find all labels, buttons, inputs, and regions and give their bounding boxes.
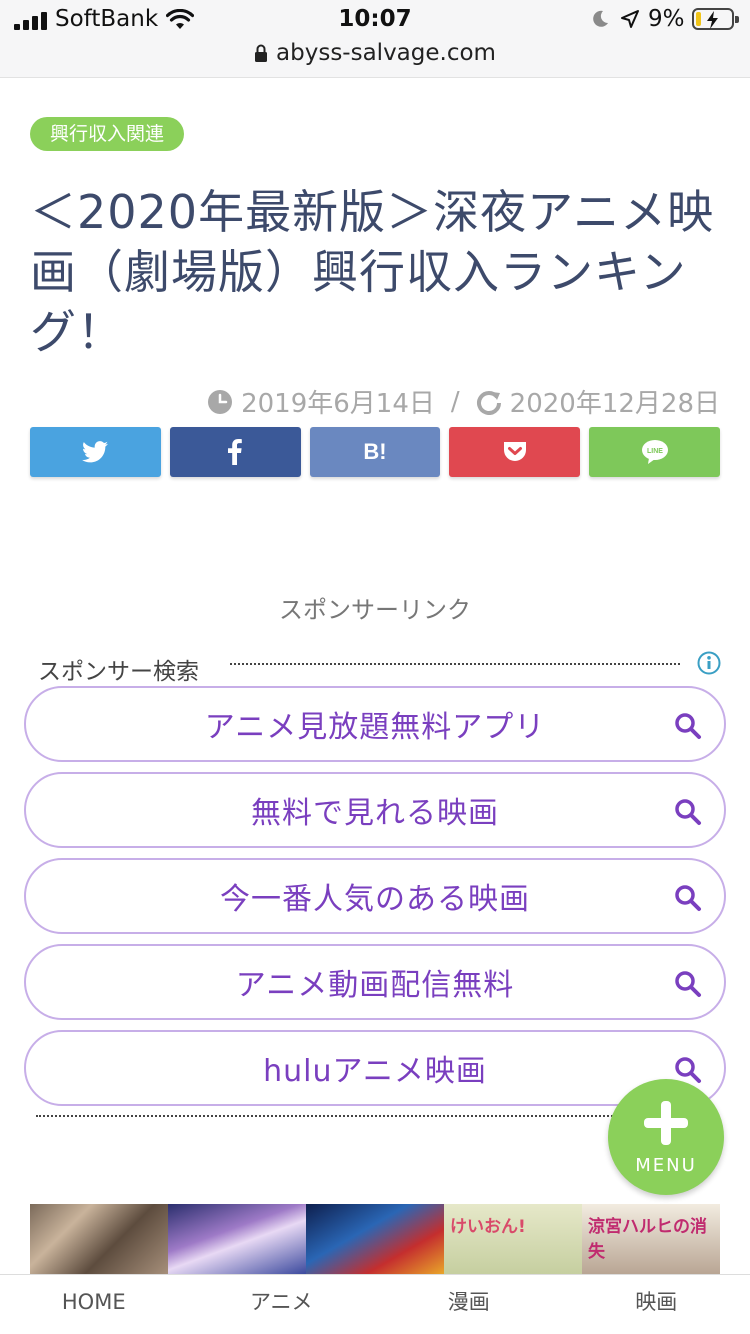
search-icon	[675, 713, 701, 739]
banner-slide-title: けいおん!	[450, 1217, 526, 1237]
share-twitter-button[interactable]	[30, 427, 161, 477]
divider	[230, 663, 680, 665]
category-badge[interactable]: 興行収入関連	[30, 117, 185, 151]
search-suggestion[interactable]: アニメ動画配信無料	[24, 944, 726, 1020]
location-arrow-icon	[621, 10, 639, 28]
nav-manga[interactable]: 漫画	[375, 1275, 563, 1334]
status-bar: SoftBank 10:07 9% abyss-salvage.com	[0, 0, 750, 78]
search-suggestion[interactable]: アニメ見放題無料アプリ	[24, 686, 726, 762]
line-icon: LINE	[641, 440, 668, 464]
banner-slide[interactable]: けいおん!	[444, 1204, 582, 1274]
plus-icon	[644, 1101, 688, 1145]
sponsor-search-list: アニメ見放題無料アプリ 無料で見れる映画 今一番人気のある映画 アニメ動画配信無…	[24, 686, 726, 1116]
banner-slide[interactable]	[306, 1204, 444, 1274]
banner-slide-title: 涼宮ハルヒの消失	[588, 1217, 707, 1262]
twitter-icon	[82, 441, 109, 463]
moon-icon	[593, 10, 608, 27]
article-dates: 2019年6月14日 / 2020年12月28日	[207, 383, 720, 420]
clock-icon	[208, 389, 233, 414]
article-title: ＜2020年最新版＞深夜アニメ映画（劇場版）興行収入ランキング！	[30, 185, 715, 359]
battery-icon	[692, 8, 739, 30]
anime-banner-carousel[interactable]: けいおん! 涼宮ハルヒの消失	[30, 1204, 720, 1274]
url-text: abyss-salvage.com	[276, 40, 496, 66]
share-facebook-button[interactable]	[169, 427, 301, 477]
search-suggestion-label: アニメ見放題無料アプリ	[204, 710, 546, 745]
search-suggestion-label: 今一番人気のある映画	[220, 882, 530, 917]
search-icon	[675, 885, 701, 911]
search-icon	[675, 971, 701, 997]
share-line-button[interactable]: LINE	[589, 427, 720, 477]
sponsor-search-title: スポンサー検索	[38, 652, 209, 686]
nav-movie[interactable]: 映画	[563, 1275, 750, 1334]
pocket-icon	[503, 442, 526, 461]
divider	[36, 1115, 616, 1117]
update-icon	[476, 390, 501, 415]
menu-button[interactable]: MENU	[608, 1079, 724, 1195]
search-suggestion[interactable]: 無料で見れる映画	[24, 772, 726, 848]
date-separator: /	[450, 386, 460, 417]
banner-slide[interactable]	[168, 1204, 306, 1274]
menu-label: MENU	[635, 1155, 697, 1176]
search-suggestion-label: 無料で見れる映画	[251, 796, 499, 831]
share-buttons: B! LINE	[30, 427, 720, 477]
published-date: 2019年6月14日	[241, 389, 435, 419]
share-hatena-button[interactable]: B!	[309, 427, 441, 477]
search-suggestion-label: アニメ動画配信無料	[235, 968, 515, 1003]
facebook-icon	[228, 439, 242, 465]
search-icon	[675, 799, 701, 825]
battery-percent: 9%	[648, 6, 685, 32]
banner-slide[interactable]	[30, 1204, 168, 1274]
bottom-nav: HOME アニメ 漫画 映画	[0, 1274, 750, 1334]
lock-icon	[255, 44, 268, 62]
share-pocket-button[interactable]	[449, 427, 581, 477]
updated-date: 2020年12月28日	[509, 389, 720, 419]
sponsor-link-label: スポンサーリンク	[279, 596, 471, 624]
search-suggestion-label: huluアニメ映画	[263, 1054, 487, 1089]
address-bar[interactable]: abyss-salvage.com	[0, 40, 750, 66]
hatena-icon: B!	[363, 439, 387, 464]
charging-bolt-icon	[707, 11, 718, 29]
search-suggestion[interactable]: huluアニメ映画	[24, 1030, 726, 1106]
nav-home[interactable]: HOME	[0, 1275, 188, 1334]
search-suggestion[interactable]: 今一番人気のある映画	[24, 858, 726, 934]
info-icon[interactable]	[697, 651, 721, 675]
line-label: LINE	[647, 448, 663, 455]
banner-slide[interactable]: 涼宮ハルヒの消失	[582, 1204, 720, 1274]
nav-anime[interactable]: アニメ	[188, 1275, 376, 1334]
